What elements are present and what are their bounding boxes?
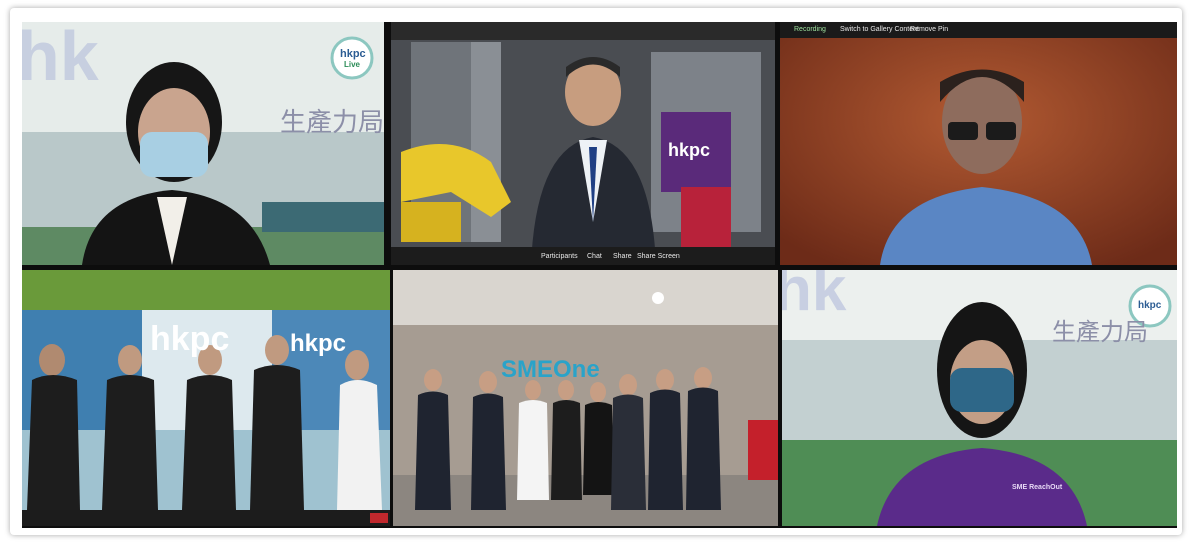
backdrop-text: 生產力局 <box>1052 318 1148 346</box>
backdrop-text: 生產力局 <box>280 108 384 138</box>
tile-5-scene <box>393 270 778 526</box>
switch-gallery-button[interactable]: Switch to Gallery Content <box>840 26 919 33</box>
tile-1-scene: hk <box>22 22 384 265</box>
share-button[interactable]: Share <box>613 253 632 260</box>
hkpc-logo: hkpc <box>150 320 230 358</box>
tile-2-scene <box>391 22 775 265</box>
tile-4-scene <box>22 270 390 526</box>
tile-6-scene: hk <box>782 270 1177 526</box>
svg-text:hk: hk <box>22 22 99 95</box>
hkpc-banner: hkpc <box>290 330 347 357</box>
video-tile-3: Recording Switch to Gallery Content Remo… <box>780 22 1177 265</box>
svg-text:hk: hk <box>782 270 847 324</box>
video-tile-2: hkpc Participants Chat Share Share Scree… <box>391 22 775 265</box>
video-tile-1: hk hkpc Live 生產力局 <box>22 22 384 265</box>
recording-indicator: Recording <box>794 26 826 33</box>
smeone-logo: SMEOne <box>501 356 600 383</box>
participants-button[interactable]: Participants <box>541 253 578 260</box>
shirt-logo: SME ReachOut <box>1012 484 1063 491</box>
remove-pin-button[interactable]: Remove Pin <box>910 26 948 33</box>
video-tile-6: hk 生產力局 hkpc SME ReachOut <box>782 270 1177 526</box>
share-screen-button[interactable]: Share Screen <box>637 253 680 260</box>
hkpc-logo: hkpc <box>1138 300 1162 311</box>
video-tile-5: SMEOne <box>393 270 778 526</box>
video-tile-4: hkpc hkpc <box>22 270 390 526</box>
hkpc-logo: hkpc <box>340 48 366 60</box>
live-badge: Live <box>344 60 361 69</box>
chat-button[interactable]: Chat <box>587 253 602 260</box>
hkpc-logo: hkpc <box>668 140 711 160</box>
tile-3-scene <box>780 22 1177 265</box>
